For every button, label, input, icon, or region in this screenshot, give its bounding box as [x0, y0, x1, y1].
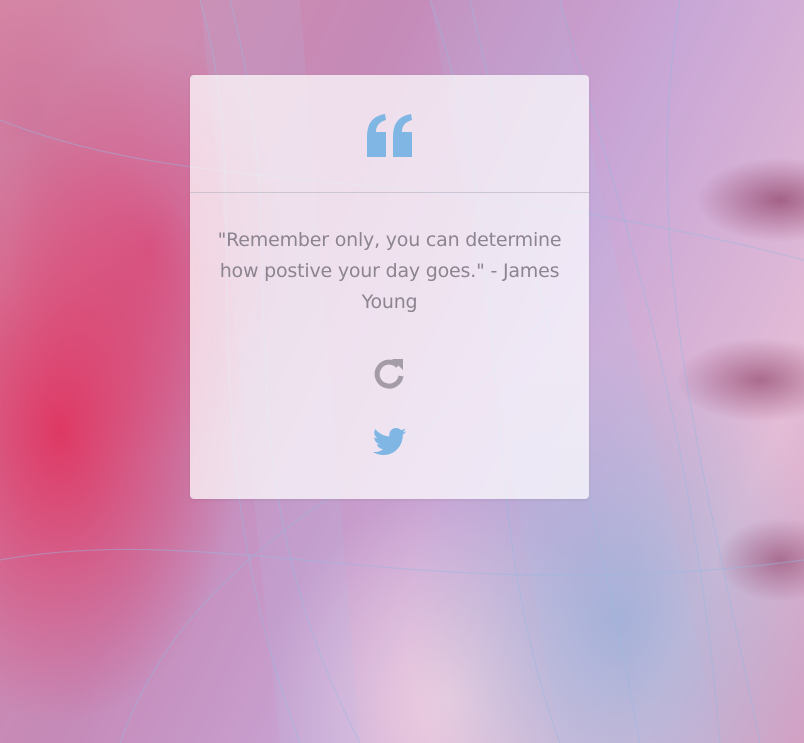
card-header — [190, 75, 589, 193]
quote-card: "Remember only, you can determine how po… — [190, 75, 589, 499]
quote-left-icon — [367, 114, 412, 157]
refresh-icon — [374, 359, 404, 389]
quote-text: "Remember only, you can determine how po… — [217, 229, 562, 313]
twitter-icon — [372, 427, 407, 456]
tweet-button[interactable] — [372, 427, 407, 457]
new-quote-button[interactable] — [371, 355, 407, 391]
